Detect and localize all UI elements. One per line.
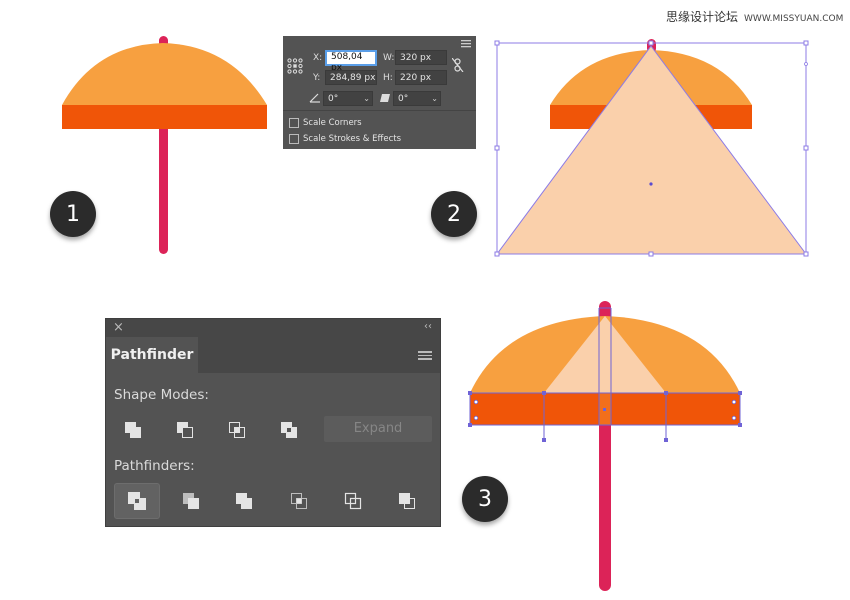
rotate-field[interactable]: 0° ⌄ — [323, 91, 373, 106]
shear-icon — [380, 94, 390, 102]
step-badge-1: 1 — [50, 191, 96, 237]
minus-front-button[interactable] — [170, 415, 200, 445]
pathfinder-panel: × ‹‹ Pathfinder Shape Modes: Expand Path… — [106, 319, 440, 526]
h-field[interactable]: 220 px — [395, 70, 447, 85]
transform-panel: X: 508,04 px W: 320 px Y: 284,89 px H: 2… — [283, 36, 476, 149]
chevron-down-icon[interactable]: ⌄ — [363, 92, 370, 106]
y-label: Y: — [313, 73, 321, 83]
minus-back-button[interactable] — [392, 486, 422, 516]
trim-button[interactable] — [176, 486, 206, 516]
panel-menu-icon[interactable] — [461, 40, 471, 48]
pathfinders-label: Pathfinders: — [114, 458, 195, 474]
trim-icon — [183, 493, 199, 509]
merge-icon — [236, 493, 252, 509]
scale-corners-checkbox[interactable] — [289, 118, 299, 128]
shear-value: 0° — [398, 94, 409, 104]
intersect-button[interactable] — [222, 415, 252, 445]
unite-button[interactable] — [118, 415, 148, 445]
umbrella-canopy — [62, 43, 267, 105]
step-badge-3: 3 — [462, 476, 508, 522]
outline-button[interactable] — [338, 486, 368, 516]
watermark-site: WWW.MISSYUAN.COM — [744, 14, 844, 24]
umbrella-step2 — [494, 39, 809, 257]
y-field[interactable]: 284,89 px — [325, 70, 377, 85]
chevron-down-icon[interactable]: ⌄ — [431, 92, 438, 106]
divide-button[interactable] — [114, 483, 160, 519]
outline-icon — [344, 492, 362, 510]
exclude-button[interactable] — [274, 415, 304, 445]
exclude-icon — [281, 422, 297, 438]
shape-modes-label: Shape Modes: — [114, 387, 209, 403]
unite-icon — [125, 422, 141, 438]
watermark-text: 思缘设计论坛 — [666, 10, 739, 24]
reference-point-icon[interactable] — [287, 58, 303, 74]
x-field[interactable]: 508,04 px — [325, 50, 377, 73]
triangle-shape[interactable] — [497, 46, 806, 254]
center-point — [649, 182, 653, 186]
rotate-icon — [309, 93, 320, 103]
scale-corners-option[interactable]: Scale Corners — [289, 118, 362, 128]
tab-pathfinder[interactable]: Pathfinder — [106, 337, 198, 373]
minus-front-icon — [177, 422, 193, 438]
intersect-icon — [229, 422, 245, 438]
shear-field[interactable]: 0° ⌄ — [393, 91, 441, 106]
scale-strokes-label: Scale Strokes & Effects — [303, 134, 402, 144]
close-icon[interactable]: × — [113, 320, 124, 335]
x-label: X: — [313, 53, 323, 63]
w-label: W: — [383, 53, 395, 63]
panel-tabbar: Pathfinder — [106, 337, 440, 373]
panel-menu-icon[interactable] — [418, 351, 432, 360]
scale-strokes-option[interactable]: Scale Strokes & Effects — [289, 134, 401, 144]
scale-strokes-checkbox[interactable] — [289, 134, 299, 144]
w-field[interactable]: 320 px — [395, 50, 447, 65]
expand-button[interactable]: Expand — [324, 416, 432, 442]
rotate-value: 0° — [328, 94, 339, 104]
umbrella-step3 — [468, 301, 742, 591]
collapse-icon[interactable]: ‹‹ — [424, 321, 432, 332]
merge-button[interactable] — [229, 486, 259, 516]
minus-back-icon — [399, 493, 415, 509]
step-badge-2: 2 — [431, 191, 477, 237]
watermark: 思缘设计论坛 WWW.MISSYUAN.COM — [666, 8, 846, 25]
constrain-link-icon[interactable] — [452, 58, 464, 72]
panel-divider — [283, 110, 476, 111]
umbrella-band — [62, 105, 267, 129]
panel-titlebar: × ‹‹ — [106, 319, 440, 337]
divide-icon — [128, 492, 146, 510]
h-label: H: — [383, 73, 393, 83]
scale-corners-label: Scale Corners — [303, 118, 362, 128]
crop-button[interactable] — [284, 486, 314, 516]
crop-icon — [291, 493, 307, 509]
